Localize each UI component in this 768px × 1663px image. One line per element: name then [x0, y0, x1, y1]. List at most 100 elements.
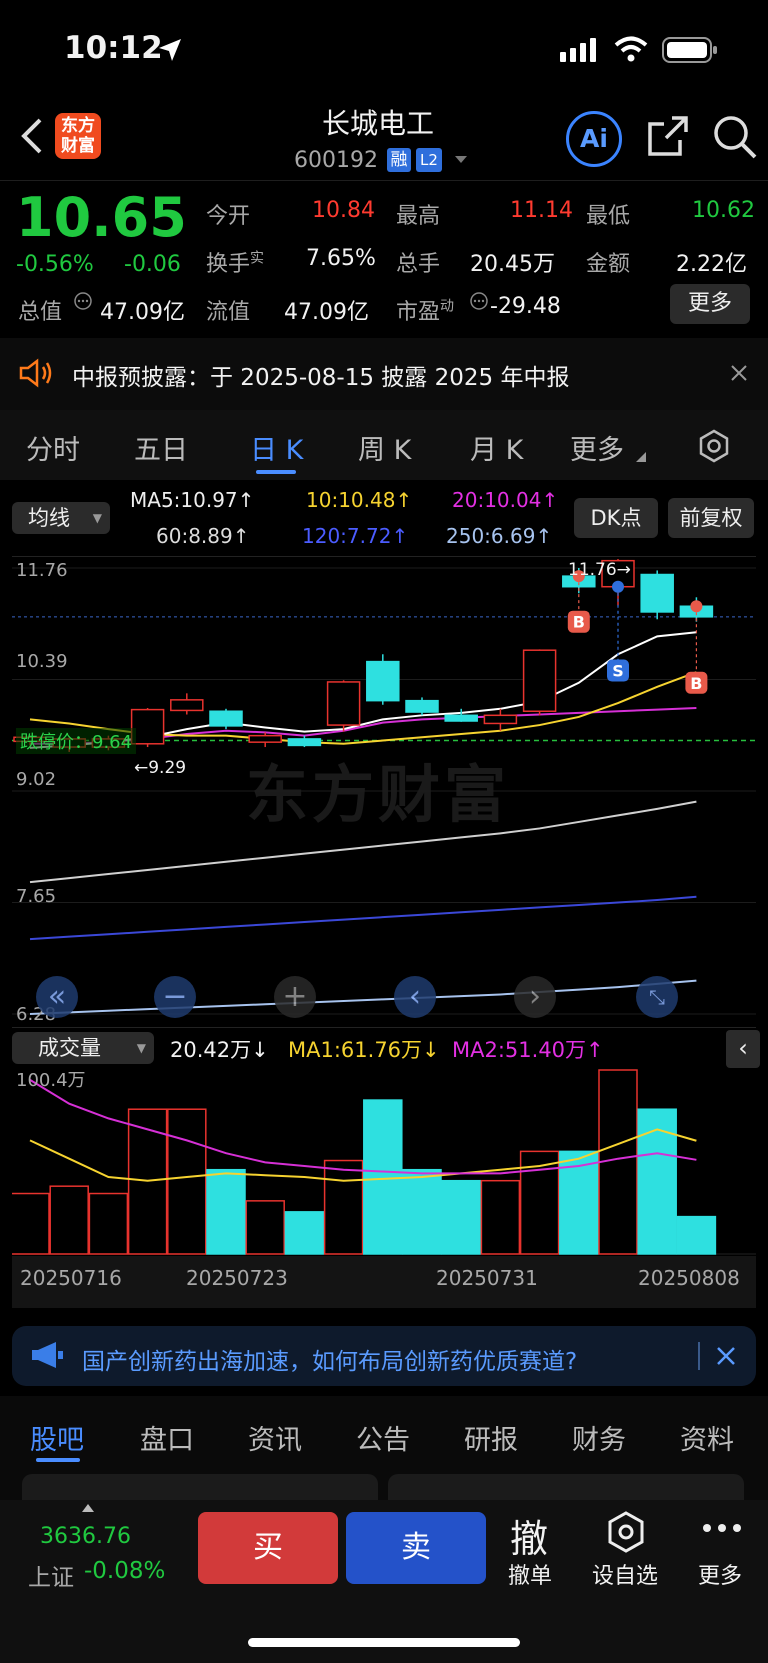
volume-bar[interactable]	[323, 1159, 364, 1255]
candle[interactable]	[522, 649, 557, 712]
volume-bar[interactable]	[284, 1211, 325, 1255]
tab-announcements[interactable]: 公告	[356, 1418, 410, 1457]
more-dots-icon[interactable]	[702, 1522, 742, 1534]
tab-intraday[interactable]: 分时	[26, 428, 80, 467]
watchlist-icon[interactable]	[604, 1510, 648, 1554]
watchlist-label[interactable]: 设自选	[592, 1558, 658, 1590]
turnover-label: 换手实	[206, 250, 265, 277]
volume-bar[interactable]	[245, 1200, 285, 1255]
dk-point-button[interactable]: DK点	[574, 498, 658, 538]
adjust-button[interactable]: 前复权	[668, 498, 754, 538]
banner-close-icon[interactable]	[716, 1346, 736, 1366]
high-label: 最高	[396, 204, 441, 229]
date-label-3: 20250731	[436, 1266, 538, 1290]
chevron-down-icon[interactable]	[454, 155, 468, 165]
candle[interactable]	[287, 738, 322, 747]
candle[interactable]	[326, 681, 361, 726]
scroll-left-icon[interactable]: «	[36, 976, 78, 1018]
notice-text: 中报预披露：于 2025-08-15 披露 2025 年中报	[72, 365, 570, 391]
cancel-order-label[interactable]: 撤单	[508, 1558, 552, 1590]
volume-bar[interactable]	[88, 1192, 129, 1255]
tab-news[interactable]: 资讯	[248, 1418, 302, 1457]
pan-right-icon[interactable]: ›	[514, 976, 556, 1018]
pe-info-icon[interactable]	[470, 292, 488, 310]
last-price: 10.65	[16, 186, 187, 249]
ma60-label: 60:8.89↑	[156, 524, 250, 548]
zoom-in-icon[interactable]: +	[274, 976, 316, 1018]
margin-badge: 融	[387, 148, 411, 172]
info-icon[interactable]	[74, 292, 92, 310]
volume-bar[interactable]	[637, 1108, 677, 1255]
index-value[interactable]: 3636.76	[40, 1524, 131, 1549]
mktcap-label: 总值	[18, 300, 63, 325]
volume-bar[interactable]	[441, 1179, 481, 1255]
change-amount: -0.06	[124, 252, 181, 277]
low-marker: ←9.29	[134, 758, 187, 778]
tab-financials[interactable]: 财务	[572, 1418, 626, 1457]
candle[interactable]	[366, 660, 400, 702]
volume-selector[interactable]: 成交量 ▼	[12, 1032, 154, 1064]
volume-chart[interactable]	[12, 1066, 756, 1256]
volume-bar[interactable]	[206, 1168, 246, 1255]
volume-bar[interactable]	[167, 1108, 207, 1255]
settings-icon[interactable]	[696, 428, 732, 464]
candle[interactable]	[209, 710, 243, 727]
candle[interactable]	[444, 714, 478, 722]
volume-bar[interactable]	[402, 1168, 442, 1255]
share-icon[interactable]	[646, 114, 690, 158]
fullscreen-icon[interactable]: ⤡	[636, 976, 678, 1018]
more-quote-button[interactable]: 更多	[670, 284, 750, 324]
volume-bar[interactable]	[363, 1099, 403, 1255]
tab-forum[interactable]: 股吧	[30, 1418, 84, 1457]
candle[interactable]	[248, 734, 282, 743]
volume-bar[interactable]	[676, 1215, 717, 1255]
stock-name: 长城电工	[322, 107, 435, 140]
tab-research[interactable]: 研报	[464, 1418, 518, 1457]
tab-monthly-k[interactable]: 月 K	[470, 428, 523, 467]
y-label-3: 9.02	[16, 769, 57, 790]
tab-profile[interactable]: 资料	[680, 1418, 734, 1457]
sell-button[interactable]: 卖	[346, 1512, 486, 1584]
ai-button[interactable]: Ai	[566, 111, 622, 167]
candle[interactable]	[405, 699, 439, 713]
ma-selector[interactable]: 均线 ▼	[12, 502, 110, 534]
search-icon[interactable]	[712, 114, 758, 160]
index-change[interactable]: -0.08%	[84, 1558, 165, 1584]
home-indicator	[248, 1638, 520, 1647]
volume-bar[interactable]	[49, 1185, 89, 1255]
date-label-4: 20250808	[638, 1266, 740, 1290]
tab-weekly-k[interactable]: 周 K	[358, 428, 411, 467]
candlestick-chart[interactable]: B S B	[12, 556, 756, 1026]
collapse-panel-button[interactable]: ‹	[726, 1030, 760, 1068]
back-icon[interactable]	[18, 116, 44, 156]
ma5-label: MA5:10.97↑	[130, 488, 255, 512]
tab-daily-k[interactable]: 日 K	[250, 428, 303, 467]
candle[interactable]	[170, 699, 204, 712]
ma120-line	[29, 895, 697, 941]
cancel-order-icon[interactable]: 撤	[510, 1508, 548, 1563]
tab-more[interactable]: 更多	[570, 428, 624, 467]
logo-text: 东方财富	[61, 116, 95, 156]
change-percent: -0.56%	[16, 252, 94, 277]
pe-label: 市盈动	[396, 298, 455, 325]
tab-orderbook[interactable]: 盘口	[140, 1418, 194, 1457]
index-name[interactable]: 上证	[28, 1558, 74, 1592]
tab-five-day[interactable]: 五日	[134, 428, 188, 467]
candle[interactable]	[640, 573, 674, 613]
app-logo: 东方财富	[55, 113, 101, 159]
zoom-out-icon[interactable]: −	[154, 976, 196, 1018]
more-label[interactable]: 更多	[698, 1558, 742, 1590]
low-label: 最低	[586, 204, 631, 229]
close-icon[interactable]	[730, 364, 748, 382]
volume-bar[interactable]	[480, 1179, 521, 1255]
ma20-label: 20:10.04↑	[452, 488, 559, 512]
open-value: 10.84	[312, 198, 375, 223]
float-value: 47.09亿	[284, 300, 369, 325]
volume-bar[interactable]	[12, 1192, 50, 1255]
volume-current: 20.42万↓	[170, 1038, 269, 1062]
candle[interactable]	[483, 714, 518, 725]
y-label-top: 11.76	[16, 560, 68, 581]
buy-button[interactable]: 买	[198, 1512, 338, 1584]
pan-left-icon[interactable]: ‹	[394, 976, 436, 1018]
candle[interactable]	[130, 708, 165, 745]
